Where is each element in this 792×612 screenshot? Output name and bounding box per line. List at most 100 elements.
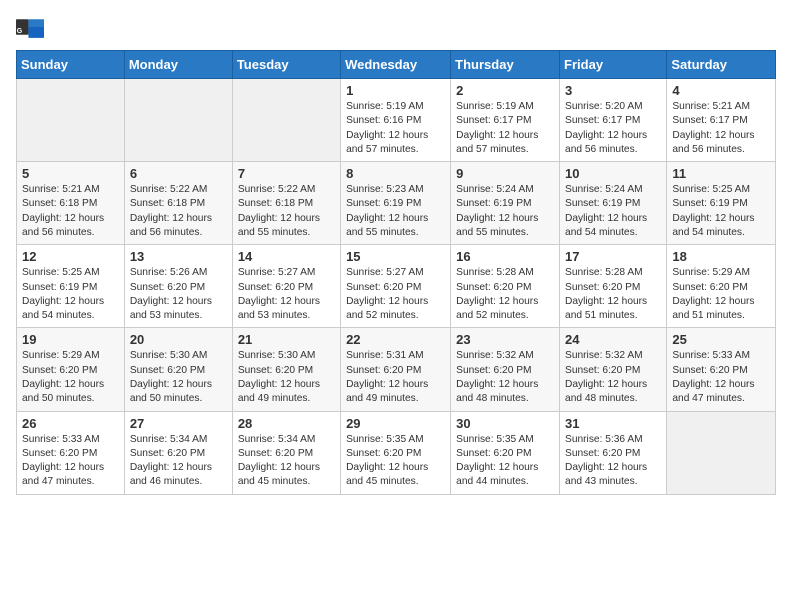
day-number: 5 <box>22 166 119 181</box>
day-number: 15 <box>346 249 445 264</box>
day-number: 2 <box>456 83 554 98</box>
cell-daylight-info: Sunrise: 5:34 AMSunset: 6:20 PMDaylight:… <box>130 433 227 490</box>
cell-daylight-info: Sunrise: 5:26 AMSunset: 6:20 PMDaylight:… <box>130 266 227 323</box>
cell-daylight-info: Sunrise: 5:30 AMSunset: 6:20 PMDaylight:… <box>130 349 227 406</box>
cell-daylight-info: Sunrise: 5:25 AMSunset: 6:19 PMDaylight:… <box>672 183 770 240</box>
day-number: 25 <box>672 332 770 347</box>
cell-daylight-info: Sunrise: 5:33 AMSunset: 6:20 PMDaylight:… <box>672 349 770 406</box>
calendar-week-4: 19 Sunrise: 5:29 AMSunset: 6:20 PMDayligh… <box>17 328 776 411</box>
day-number: 7 <box>238 166 335 181</box>
day-number: 22 <box>346 332 445 347</box>
table-row: 2 Sunrise: 5:19 AMSunset: 6:17 PMDaylight… <box>451 79 560 162</box>
cell-daylight-info: Sunrise: 5:21 AMSunset: 6:17 PMDaylight:… <box>672 100 770 157</box>
day-number: 26 <box>22 416 119 431</box>
cell-daylight-info: Sunrise: 5:23 AMSunset: 6:19 PMDaylight:… <box>346 183 445 240</box>
table-row <box>17 79 125 162</box>
table-row: 30 Sunrise: 5:35 AMSunset: 6:20 PMDayligh… <box>451 411 560 494</box>
table-row: 13 Sunrise: 5:26 AMSunset: 6:20 PMDayligh… <box>124 245 232 328</box>
table-row: 4 Sunrise: 5:21 AMSunset: 6:17 PMDaylight… <box>667 79 776 162</box>
day-number: 27 <box>130 416 227 431</box>
table-row: 7 Sunrise: 5:22 AMSunset: 6:18 PMDaylight… <box>232 162 340 245</box>
logo: G <box>16 16 48 38</box>
cell-daylight-info: Sunrise: 5:29 AMSunset: 6:20 PMDaylight:… <box>22 349 119 406</box>
day-number: 10 <box>565 166 661 181</box>
weekday-tuesday: Tuesday <box>232 51 340 79</box>
day-number: 20 <box>130 332 227 347</box>
weekday-wednesday: Wednesday <box>341 51 451 79</box>
cell-daylight-info: Sunrise: 5:28 AMSunset: 6:20 PMDaylight:… <box>565 266 661 323</box>
table-row <box>124 79 232 162</box>
day-number: 4 <box>672 83 770 98</box>
table-row: 21Sunrise: 5:30 AMSunset: 6:20 PMDayligh… <box>232 328 340 411</box>
table-row: 26 Sunrise: 5:33 AMSunset: 6:20 PMDayligh… <box>17 411 125 494</box>
table-row: 31Sunrise: 5:36 AMSunset: 6:20 PMDayligh… <box>560 411 667 494</box>
table-row: 8 Sunrise: 5:23 AMSunset: 6:19 PMDaylight… <box>341 162 451 245</box>
weekday-thursday: Thursday <box>451 51 560 79</box>
weekday-sunday: Sunday <box>17 51 125 79</box>
day-number: 11 <box>672 166 770 181</box>
cell-daylight-info: Sunrise: 5:36 AMSunset: 6:20 PMDaylight:… <box>565 433 661 490</box>
table-row: 11 Sunrise: 5:25 AMSunset: 6:19 PMDayligh… <box>667 162 776 245</box>
day-number: 8 <box>346 166 445 181</box>
table-row: 1Sunrise: 5:19 AMSunset: 6:16 PMDaylight… <box>341 79 451 162</box>
day-number: 16 <box>456 249 554 264</box>
table-row <box>232 79 340 162</box>
cell-daylight-info: Sunrise: 5:28 AMSunset: 6:20 PMDaylight:… <box>456 266 554 323</box>
table-row: 18 Sunrise: 5:29 AMSunset: 6:20 PMDayligh… <box>667 245 776 328</box>
cell-daylight-info: Sunrise: 5:34 AMSunset: 6:20 PMDaylight:… <box>238 433 335 490</box>
day-number: 24 <box>565 332 661 347</box>
day-number: 13 <box>130 249 227 264</box>
table-row: 19 Sunrise: 5:29 AMSunset: 6:20 PMDayligh… <box>17 328 125 411</box>
table-row: 17Sunrise: 5:28 AMSunset: 6:20 PMDayligh… <box>560 245 667 328</box>
table-row: 16 Sunrise: 5:28 AMSunset: 6:20 PMDayligh… <box>451 245 560 328</box>
day-number: 28 <box>238 416 335 431</box>
weekday-friday: Friday <box>560 51 667 79</box>
cell-daylight-info: Sunrise: 5:20 AMSunset: 6:17 PMDaylight:… <box>565 100 661 157</box>
cell-daylight-info: Sunrise: 5:24 AMSunset: 6:19 PMDaylight:… <box>456 183 554 240</box>
page-header: G <box>16 16 776 38</box>
table-row: 14 Sunrise: 5:27 AMSunset: 6:20 PMDayligh… <box>232 245 340 328</box>
table-row: 12 Sunrise: 5:25 AMSunset: 6:19 PMDayligh… <box>17 245 125 328</box>
weekday-header-row: SundayMondayTuesdayWednesdayThursdayFrid… <box>17 51 776 79</box>
weekday-monday: Monday <box>124 51 232 79</box>
cell-daylight-info: Sunrise: 5:29 AMSunset: 6:20 PMDaylight:… <box>672 266 770 323</box>
table-row: 10 Sunrise: 5:24 AMSunset: 6:19 PMDayligh… <box>560 162 667 245</box>
svg-text:G: G <box>17 28 23 35</box>
cell-daylight-info: Sunrise: 5:21 AMSunset: 6:18 PMDaylight:… <box>22 183 119 240</box>
logo-icon: G <box>16 16 44 38</box>
table-row: 5 Sunrise: 5:21 AMSunset: 6:18 PMDaylight… <box>17 162 125 245</box>
table-row: 15 Sunrise: 5:27 AMSunset: 6:20 PMDayligh… <box>341 245 451 328</box>
table-row: 29Sunrise: 5:35 AMSunset: 6:20 PMDayligh… <box>341 411 451 494</box>
cell-daylight-info: Sunrise: 5:32 AMSunset: 6:20 PMDaylight:… <box>565 349 661 406</box>
table-row: 24 Sunrise: 5:32 AMSunset: 6:20 PMDayligh… <box>560 328 667 411</box>
day-number: 19 <box>22 332 119 347</box>
table-row: 25 Sunrise: 5:33 AMSunset: 6:20 PMDayligh… <box>667 328 776 411</box>
cell-daylight-info: Sunrise: 5:27 AMSunset: 6:20 PMDaylight:… <box>346 266 445 323</box>
cell-daylight-info: Sunrise: 5:35 AMSunset: 6:20 PMDaylight:… <box>456 433 554 490</box>
day-number: 1 <box>346 83 445 98</box>
cell-daylight-info: Sunrise: 5:33 AMSunset: 6:20 PMDaylight:… <box>22 433 119 490</box>
table-row: 20 Sunrise: 5:30 AMSunset: 6:20 PMDayligh… <box>124 328 232 411</box>
cell-daylight-info: Sunrise: 5:25 AMSunset: 6:19 PMDaylight:… <box>22 266 119 323</box>
day-number: 6 <box>130 166 227 181</box>
cell-daylight-info: Sunrise: 5:19 AMSunset: 6:17 PMDaylight:… <box>456 100 554 157</box>
table-row: 3Sunrise: 5:20 AMSunset: 6:17 PMDaylight… <box>560 79 667 162</box>
cell-daylight-info: Sunrise: 5:22 AMSunset: 6:18 PMDaylight:… <box>238 183 335 240</box>
day-number: 9 <box>456 166 554 181</box>
table-row: 27 Sunrise: 5:34 AMSunset: 6:20 PMDayligh… <box>124 411 232 494</box>
cell-daylight-info: Sunrise: 5:24 AMSunset: 6:19 PMDaylight:… <box>565 183 661 240</box>
day-number: 23 <box>456 332 554 347</box>
calendar-week-1: 1Sunrise: 5:19 AMSunset: 6:16 PMDaylight… <box>17 79 776 162</box>
calendar-week-2: 5 Sunrise: 5:21 AMSunset: 6:18 PMDaylight… <box>17 162 776 245</box>
table-row: 22 Sunrise: 5:31 AMSunset: 6:20 PMDayligh… <box>341 328 451 411</box>
day-number: 14 <box>238 249 335 264</box>
cell-daylight-info: Sunrise: 5:31 AMSunset: 6:20 PMDaylight:… <box>346 349 445 406</box>
day-number: 21 <box>238 332 335 347</box>
day-number: 18 <box>672 249 770 264</box>
cell-daylight-info: Sunrise: 5:22 AMSunset: 6:18 PMDaylight:… <box>130 183 227 240</box>
day-number: 12 <box>22 249 119 264</box>
day-number: 30 <box>456 416 554 431</box>
cell-daylight-info: Sunrise: 5:27 AMSunset: 6:20 PMDaylight:… <box>238 266 335 323</box>
table-row: 28 Sunrise: 5:34 AMSunset: 6:20 PMDayligh… <box>232 411 340 494</box>
cell-daylight-info: Sunrise: 5:35 AMSunset: 6:20 PMDaylight:… <box>346 433 445 490</box>
